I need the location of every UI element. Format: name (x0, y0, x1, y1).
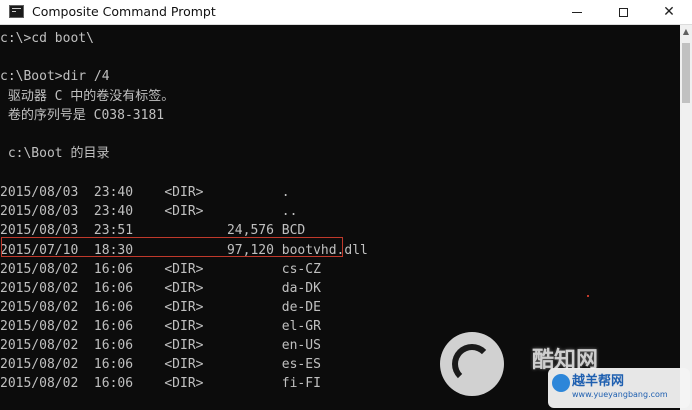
console-line: 卷的序列号是 C038-3181 (0, 108, 165, 123)
close-button[interactable]: ✕ (646, 0, 692, 24)
console-line: 2015/08/02 16:06 <DIR> de-DE (0, 300, 321, 315)
bcd-highlight-box (1, 237, 343, 257)
cmd-window: Composite Command Prompt ✕ c:\>cd boot\ c… (0, 0, 692, 410)
console-line: 2015/08/02 16:06 <DIR> da-DK (0, 281, 321, 296)
console-line: 2015/08/02 16:06 <DIR> fi-FI (0, 376, 321, 391)
console-line: 2015/08/03 23:40 <DIR> . (0, 185, 290, 200)
console-line: c:\Boot 的目录 (0, 146, 110, 161)
maximize-icon (618, 7, 628, 17)
window-title: Composite Command Prompt (32, 4, 216, 19)
watermark-url: www.yueyangbang.com (572, 390, 668, 399)
minimize-icon (572, 11, 582, 13)
console-line: 2015/08/02 16:06 <DIR> cs-CZ (0, 262, 321, 277)
red-dot (587, 295, 589, 297)
watermark-brand-secondary: 越羊帮网 (572, 374, 625, 389)
console-line: 驱动器 C 中的卷没有标签。 (0, 89, 175, 104)
watermark: 酷知网 越羊帮网 www.yueyangbang.com (440, 318, 690, 410)
scroll-up-arrow-icon[interactable]: ▲ (680, 25, 692, 39)
minimize-button[interactable] (554, 0, 600, 24)
title-bar[interactable]: Composite Command Prompt ✕ (0, 0, 692, 25)
console-line: 2015/08/02 16:06 <DIR> en-US (0, 338, 321, 353)
console-line: 2015/08/03 23:40 <DIR> .. (0, 204, 298, 219)
close-icon: ✕ (663, 4, 675, 20)
cmd-icon (9, 5, 24, 18)
swirl-icon (452, 344, 492, 384)
scroll-thumb[interactable] (682, 43, 690, 103)
watermark-badge-logo-icon (552, 374, 570, 392)
console-line: c:\Boot>dir /4 (0, 69, 110, 84)
console-line: 2015/08/02 16:06 <DIR> es-ES (0, 357, 321, 372)
console-line: 2015/08/02 16:06 <DIR> el-GR (0, 319, 321, 334)
console-line: c:\>cd boot\ (0, 31, 94, 46)
maximize-button[interactable] (600, 0, 646, 24)
